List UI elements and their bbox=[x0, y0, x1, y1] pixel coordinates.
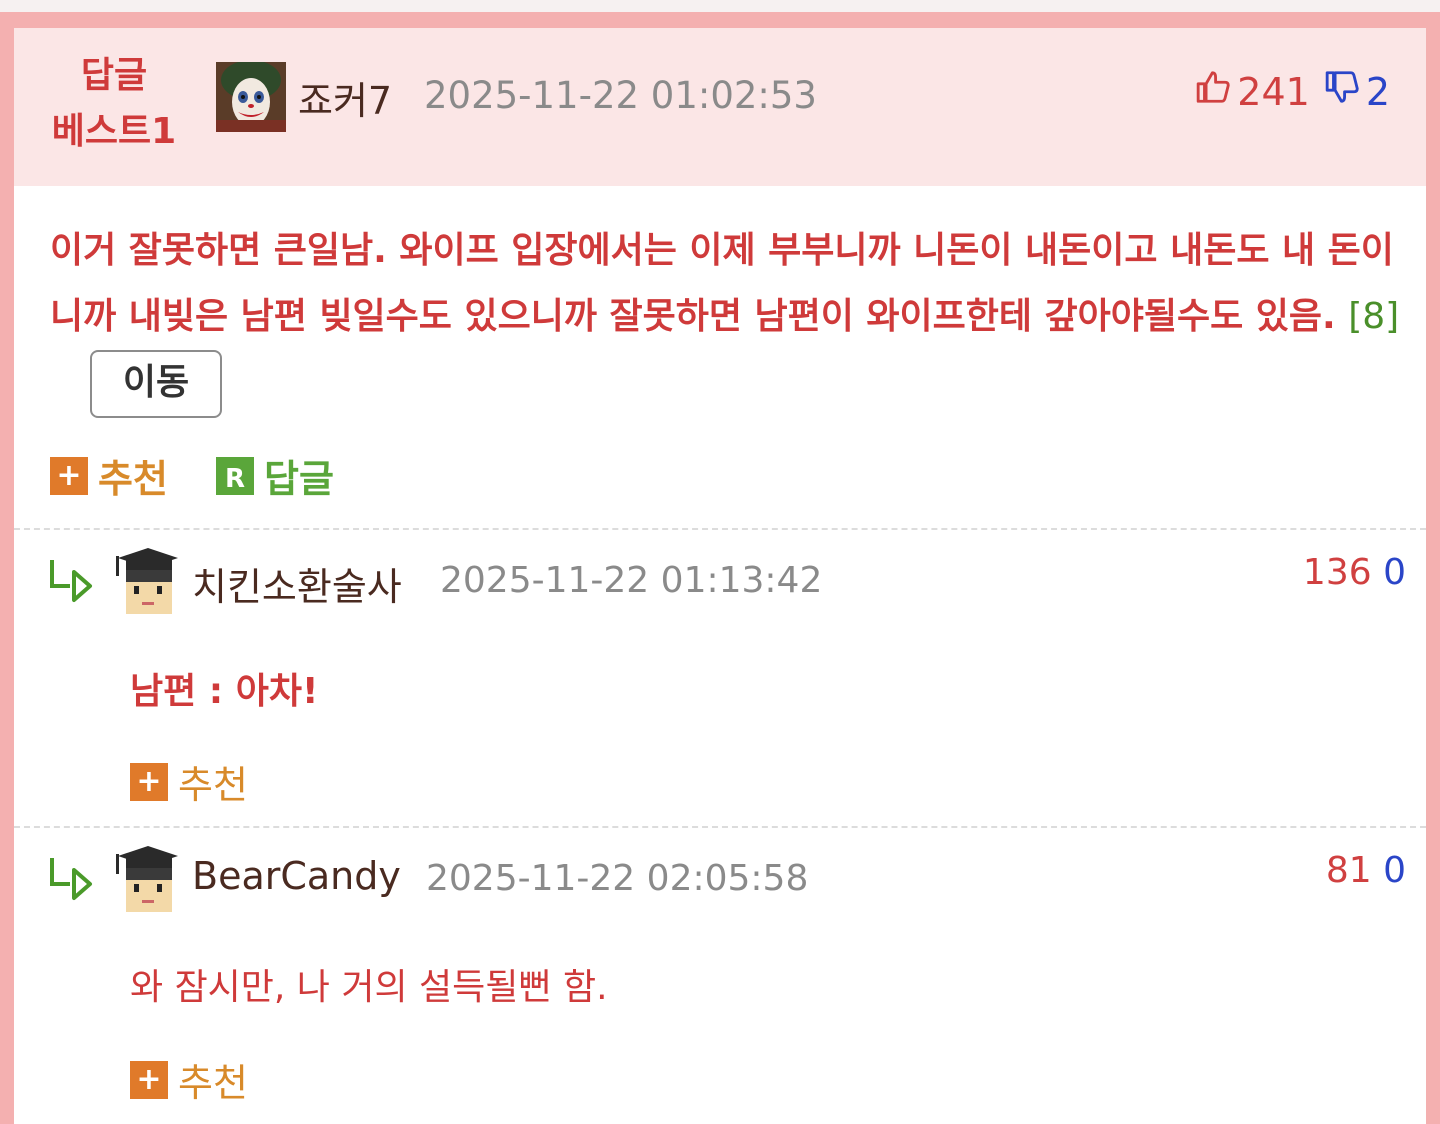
reply-votes: 81 0 bbox=[1326, 850, 1406, 891]
thumbs-down-icon[interactable] bbox=[1324, 68, 1362, 115]
best-comment-datetime: 2025-11-22 01:02:53 bbox=[424, 74, 817, 117]
best-comment-body: 이거 잘못하면 큰일남. 와이프 입장에서는 이제 부부니까 니돈이 내돈이고 … bbox=[50, 218, 1410, 418]
plus-icon: + bbox=[50, 456, 88, 495]
move-button[interactable]: 이동 bbox=[90, 350, 222, 418]
avatar[interactable] bbox=[216, 62, 286, 132]
recommend-button[interactable]: + 추천 bbox=[130, 1052, 248, 1107]
plus-icon: + bbox=[130, 762, 168, 801]
avatar[interactable] bbox=[112, 844, 184, 916]
comment-frame: 답글 베스트1 죠커7 2025-11-22 01:02:53 241 2 이거… bbox=[0, 0, 1440, 1124]
downvote-count[interactable]: 0 bbox=[1383, 850, 1406, 891]
thumbs-up-icon[interactable] bbox=[1195, 68, 1233, 115]
best-comment-nickname[interactable]: 죠커7 bbox=[298, 70, 392, 125]
recommend-label: 추천 bbox=[178, 1061, 248, 1105]
reply-arrow-icon bbox=[50, 858, 92, 900]
top-strip bbox=[0, 0, 1440, 12]
recommend-button[interactable]: + 추천 bbox=[130, 754, 248, 809]
best-comment-text: 이거 잘못하면 큰일남. 와이프 입장에서는 이제 부부니까 니돈이 내돈이고 … bbox=[50, 230, 1394, 337]
reply-nickname[interactable]: BearCandy bbox=[192, 854, 401, 898]
upvote-count[interactable]: 81 bbox=[1326, 850, 1372, 891]
recommend-label: 추천 bbox=[178, 763, 248, 807]
recommend-label: 추천 bbox=[98, 457, 168, 501]
reply-datetime: 2025-11-22 02:05:58 bbox=[426, 858, 809, 899]
best-badge-line2: 베스트1 bbox=[51, 111, 177, 152]
reply-label: 답글 bbox=[264, 457, 334, 501]
reference-link[interactable]: [8] bbox=[1348, 296, 1399, 337]
recommend-button[interactable]: + 추천 bbox=[50, 448, 168, 503]
reply-text: 와 잠시만, 나 거의 설득될뻔 함. bbox=[130, 967, 608, 1008]
divider bbox=[14, 528, 1426, 530]
reply-text: 남편 : 아차! bbox=[130, 671, 319, 712]
best-comment-votes: 241 2 bbox=[1195, 68, 1390, 115]
plus-icon: + bbox=[130, 1060, 168, 1099]
reply-button[interactable]: R 답글 bbox=[216, 448, 334, 503]
best-comment-header: 답글 베스트1 죠커7 2025-11-22 01:02:53 241 2 bbox=[14, 28, 1426, 186]
avatar[interactable] bbox=[112, 546, 184, 618]
reply-votes: 136 0 bbox=[1303, 552, 1406, 593]
upvote-count: 241 bbox=[1237, 69, 1310, 114]
comment-card: 답글 베스트1 죠커7 2025-11-22 01:02:53 241 2 이거… bbox=[14, 28, 1426, 1124]
reply-nickname[interactable]: 치킨소환술사 bbox=[192, 556, 402, 611]
best-badge: 답글 베스트1 bbox=[48, 48, 180, 160]
reply-arrow-icon bbox=[50, 560, 92, 602]
downvote-count: 2 bbox=[1365, 69, 1390, 114]
reply-icon: R bbox=[216, 456, 254, 495]
reply-datetime: 2025-11-22 01:13:42 bbox=[440, 560, 823, 601]
downvote-count[interactable]: 0 bbox=[1383, 552, 1406, 593]
divider bbox=[14, 826, 1426, 828]
best-badge-line1: 답글 bbox=[80, 55, 148, 96]
upvote-count[interactable]: 136 bbox=[1303, 552, 1372, 593]
